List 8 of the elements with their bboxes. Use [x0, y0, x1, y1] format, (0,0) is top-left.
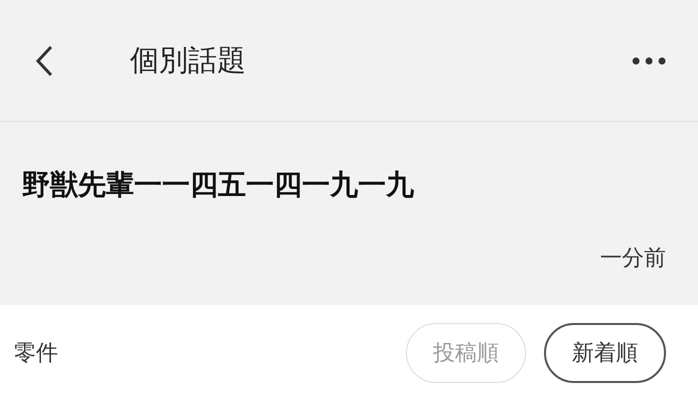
sort-button[interactable]: 新着順 — [544, 323, 666, 383]
page-title: 個別話題 — [130, 42, 246, 79]
post-time: 一分前 — [600, 245, 666, 273]
more-button[interactable] — [632, 56, 666, 64]
more-icon — [632, 56, 666, 64]
category-label: 零件 — [14, 340, 58, 368]
topic-title: 野獣先輩一一四五一四一九一九 — [22, 167, 415, 203]
back-icon — [35, 44, 53, 76]
